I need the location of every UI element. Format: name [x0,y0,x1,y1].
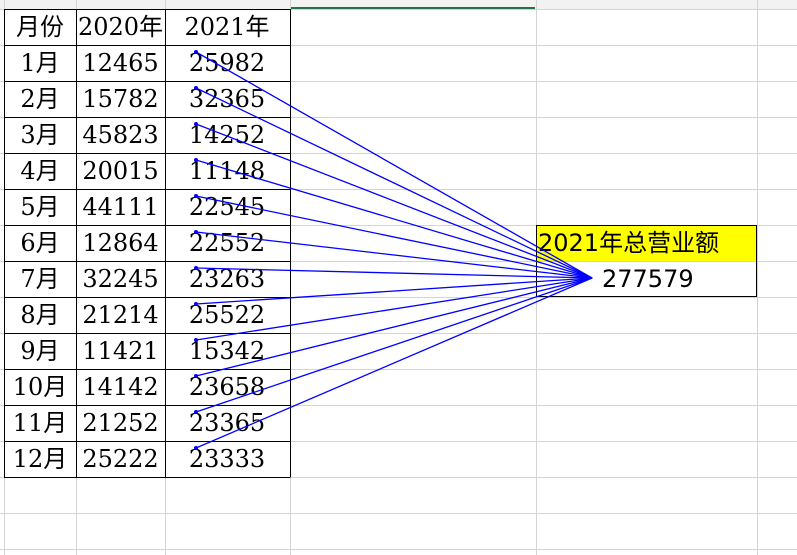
cell-month[interactable]: 5月 [4,189,76,225]
cell-2021-value[interactable]: 25522 [165,297,289,333]
cell-2021-value[interactable]: 22545 [165,189,289,225]
cell-month[interactable]: 9月 [4,333,76,369]
cell-2021-value[interactable]: 15342 [165,333,289,369]
cell-month[interactable]: 11月 [4,405,76,441]
cell-month[interactable]: 7月 [4,261,76,297]
cell-2021-value[interactable]: 32365 [165,81,289,117]
cell-month[interactable]: 8月 [4,297,76,333]
cell-2021-value[interactable]: 25982 [165,45,289,81]
cell-2020-value[interactable]: 21214 [76,297,165,333]
cell-2021-value[interactable]: 23333 [165,441,289,477]
cell-month[interactable]: 2月 [4,81,76,117]
cell-month[interactable]: 6月 [4,225,76,261]
cell-2020-value[interactable]: 20015 [76,153,165,189]
cell-2020-value[interactable]: 12465 [76,45,165,81]
cell-2020-value[interactable]: 32245 [76,261,165,297]
cell-2021-value[interactable]: 23263 [165,261,289,297]
cell-2020-value[interactable]: 21252 [76,405,165,441]
cell-2021-value[interactable]: 22552 [165,225,289,261]
cell-2020-value[interactable]: 45823 [76,117,165,153]
cell-2021-value[interactable]: 23658 [165,369,289,405]
cell-2020-value[interactable]: 11421 [76,333,165,369]
header-cell-month[interactable]: 月份 [4,9,76,45]
header-cell-2021[interactable]: 2021年 [165,9,289,45]
cell-month[interactable]: 10月 [4,369,76,405]
cell-2020-value[interactable]: 44111 [76,189,165,225]
cell-month[interactable]: 3月 [4,117,76,153]
cell-2020-value[interactable]: 15782 [76,81,165,117]
cell-2020-value[interactable]: 14142 [76,369,165,405]
header-cell-2020[interactable]: 2020年 [76,9,165,45]
cell-2020-value[interactable]: 12864 [76,225,165,261]
cell-2021-value[interactable]: 23365 [165,405,289,441]
cell-month[interactable]: 4月 [4,153,76,189]
cell-2021-value[interactable]: 14252 [165,117,289,153]
cell-2021-value[interactable]: 11148 [165,153,289,189]
selected-column-accent [290,7,535,9]
total-value-cell[interactable]: 277579 [536,261,756,297]
cell-month[interactable]: 1月 [4,45,76,81]
cell-month[interactable]: 12月 [4,441,76,477]
cell-2020-value[interactable]: 25222 [76,441,165,477]
total-label-cell[interactable]: 2021年总营业额 [536,225,756,261]
